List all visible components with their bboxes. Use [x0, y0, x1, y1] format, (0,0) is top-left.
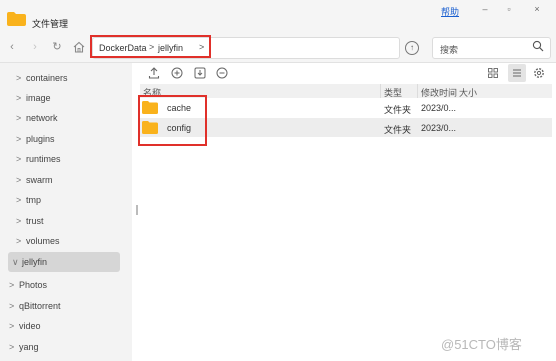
add-icon[interactable]: [171, 67, 183, 79]
chevron-right-icon: >: [16, 93, 22, 103]
sidebar-item-label: network: [26, 113, 58, 123]
annotation-highlight-path: [90, 35, 211, 58]
sidebar-item-label: runtimes: [26, 154, 61, 164]
file-modified: 2023/0...: [421, 123, 457, 133]
chevron-right-icon: >: [16, 134, 22, 144]
chevron-right-icon: >: [9, 342, 15, 352]
sidebar-item-yang[interactable]: > yang: [0, 337, 137, 357]
file-type: 文件夹: [384, 125, 412, 135]
close-button[interactable]: ×: [530, 3, 544, 15]
grid-view-icon[interactable]: [488, 68, 498, 78]
back-icon[interactable]: ‹: [5, 40, 19, 54]
pane-splitter[interactable]: [136, 205, 138, 215]
title-bar: [0, 0, 556, 32]
chevron-right-icon: >: [16, 195, 22, 205]
chevron-right-icon: >: [9, 321, 15, 331]
file-type: 文件夹: [384, 105, 412, 115]
chevron-right-icon: >: [16, 175, 22, 185]
sidebar-item-video[interactable]: > video: [0, 316, 137, 336]
sidebar-item-containers[interactable]: > containers: [0, 68, 144, 88]
sidebar-item-label: qBittorrent: [19, 301, 61, 311]
sidebar-item-label: tmp: [26, 195, 42, 205]
sidebar-item-plugins[interactable]: > plugins: [0, 129, 144, 149]
upload-icon[interactable]: [148, 67, 160, 79]
download-icon[interactable]: [194, 67, 206, 79]
column-divider: [380, 84, 381, 98]
sidebar-item-trust[interactable]: > trust: [0, 211, 144, 231]
window-title: 文件管理: [32, 19, 69, 29]
refresh-icon[interactable]: ↻: [50, 40, 64, 54]
sidebar-item-network[interactable]: > network: [0, 108, 144, 128]
sidebar-item-qbittorrent[interactable]: > qBittorrent: [0, 296, 137, 316]
sidebar-item-label: Photos: [19, 280, 48, 290]
chevron-right-icon: >: [9, 280, 15, 290]
list-view-icon: [513, 69, 521, 77]
folder-icon: [7, 12, 26, 26]
forward-icon[interactable]: ›: [28, 40, 42, 54]
sidebar-item-volumes[interactable]: > volumes: [0, 231, 144, 251]
settings-icon[interactable]: [533, 67, 545, 79]
sidebar-item-swarm[interactable]: > swarm: [0, 170, 144, 190]
sidebar-item-runtimes[interactable]: > runtimes: [0, 149, 144, 169]
chevron-right-icon: >: [16, 73, 22, 83]
sidebar-item-tmp[interactable]: > tmp: [0, 190, 144, 210]
sidebar-item-label: trust: [26, 216, 44, 226]
file-modified: 2023/0...: [421, 103, 457, 113]
home-icon[interactable]: [73, 41, 85, 53]
search-icon[interactable]: [532, 40, 544, 52]
sidebar-item-label: video: [19, 321, 41, 331]
sidebar-item-label: jellyfin: [22, 257, 48, 267]
sidebar-item-label: volumes: [26, 236, 60, 246]
chevron-right-icon: >: [16, 154, 22, 164]
sidebar-item-image[interactable]: > image: [0, 88, 144, 108]
sidebar-item-jellyfin[interactable]: ∨ jellyfin: [0, 252, 140, 272]
chevron-right-icon: >: [16, 236, 22, 246]
watermark: @51CTO博客: [441, 337, 522, 352]
chevron-right-icon: >: [16, 113, 22, 123]
column-divider: [417, 84, 418, 98]
sidebar-item-label: containers: [26, 73, 68, 83]
sidebar-item-label: plugins: [26, 134, 55, 144]
more-icon[interactable]: [216, 67, 228, 79]
chevron-right-icon: >: [16, 216, 22, 226]
minimize-button[interactable]: –: [478, 3, 492, 15]
sidebar-item-label: image: [26, 93, 51, 103]
chevron-down-icon: ∨: [12, 257, 19, 267]
maximize-button[interactable]: ▫: [502, 3, 516, 15]
sidebar-item-label: yang: [19, 342, 39, 352]
search-placeholder: 搜索: [440, 45, 459, 55]
upload-icon[interactable]: ↑: [405, 41, 419, 55]
help-link[interactable]: 帮助: [441, 5, 459, 18]
sidebar-item-label: swarm: [26, 175, 53, 185]
chevron-right-icon: >: [9, 301, 15, 311]
sidebar-item-photos[interactable]: > Photos: [0, 275, 137, 295]
annotation-highlight-folders: [138, 95, 207, 146]
